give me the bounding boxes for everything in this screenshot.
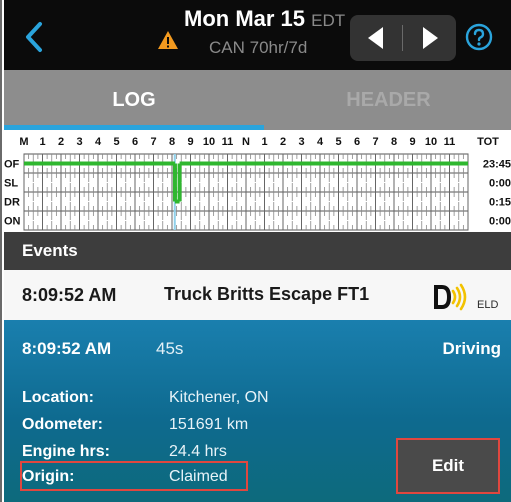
tab-header[interactable]: HEADER bbox=[264, 70, 511, 130]
hour-label: 6 bbox=[132, 136, 138, 148]
hour-label: 1 bbox=[39, 136, 45, 148]
origin-label: Origin: bbox=[22, 468, 75, 485]
duty-status-grid[interactable]: M 1 2 3 4 5 6 7 8 9 10 11 N 1 2 3 4 5 6 7 8 9 10 11 TOT OF 23:45 SL… bbox=[4, 130, 511, 232]
eld-signal-icon bbox=[434, 283, 467, 311]
row-label-of: OF bbox=[4, 159, 20, 171]
date-text: Mon Mar 15 bbox=[184, 6, 306, 31]
edit-button[interactable]: Edit bbox=[396, 438, 500, 494]
warning-icon[interactable] bbox=[157, 30, 179, 50]
log-date: Mon Mar 15 EDT bbox=[184, 6, 345, 32]
location-value: Kitchener, ON bbox=[169, 389, 269, 406]
hour-label: 3 bbox=[298, 136, 304, 148]
help-icon[interactable] bbox=[465, 23, 493, 51]
event-row[interactable]: 8:09:52 AM Truck Britts Escape FT1 ELD bbox=[4, 270, 511, 321]
tab-log[interactable]: LOG bbox=[4, 70, 264, 130]
app-frame: Mon Mar 15 EDT CAN 70hr/7d LOG HEADER M1… bbox=[0, 0, 511, 502]
hour-label: 4 bbox=[95, 136, 102, 148]
row-label-on: ON bbox=[4, 216, 21, 228]
engine-hours-value: 24.4 hrs bbox=[169, 443, 227, 460]
hour-label: 8 bbox=[169, 136, 175, 148]
cycle-rule: CAN 70hr/7d bbox=[209, 38, 308, 57]
hour-label: 9 bbox=[187, 136, 193, 148]
row-total-dr: 0:15 bbox=[489, 197, 511, 209]
hour-label: 10 bbox=[425, 136, 437, 148]
selected-event-time: 8:09:52 AM bbox=[22, 339, 112, 358]
hour-label: 6 bbox=[354, 136, 360, 148]
hour-label: 2 bbox=[58, 136, 64, 148]
hour-label: 7 bbox=[150, 136, 156, 148]
hour-label: 7 bbox=[372, 136, 378, 148]
hour-label: 8 bbox=[391, 136, 397, 148]
hour-label: 2 bbox=[280, 136, 286, 148]
odometer-label: Odometer: bbox=[22, 416, 103, 433]
duty-grid-chart: M 1 2 3 4 5 6 7 8 9 10 11 N 1 2 3 4 5 6 7 8 9 10 11 TOTOF 23:45SL… bbox=[4, 136, 511, 231]
top-bar: Mon Mar 15 EDT CAN 70hr/7d bbox=[4, 0, 511, 70]
row-label-dr: DR bbox=[4, 197, 20, 209]
hour-label: M bbox=[19, 136, 28, 148]
hour-label: N bbox=[242, 136, 250, 148]
previous-day-icon[interactable] bbox=[350, 15, 403, 61]
hour-label: 5 bbox=[113, 136, 119, 148]
origin-value: Claimed bbox=[169, 468, 228, 485]
back-chevron-icon[interactable] bbox=[20, 20, 50, 54]
event-time: 8:09:52 AM bbox=[22, 285, 117, 305]
events-header: Events bbox=[4, 232, 511, 270]
row-total-of: 23:45 bbox=[483, 159, 511, 171]
row-total-sl: 0:00 bbox=[489, 178, 511, 190]
hour-label: 5 bbox=[335, 136, 341, 148]
selected-event-panel[interactable]: 8:09:52 AM 45s Driving Location: Kitchen… bbox=[4, 320, 511, 502]
hour-label: 10 bbox=[203, 136, 215, 148]
event-source: ELD bbox=[477, 299, 499, 311]
hour-label: 3 bbox=[76, 136, 82, 148]
engine-hours-label: Engine hrs: bbox=[22, 443, 111, 460]
row-total-on: 0:00 bbox=[489, 216, 511, 228]
hour-label: 9 bbox=[409, 136, 415, 148]
hour-label: 11 bbox=[222, 136, 234, 148]
hour-label: 1 bbox=[261, 136, 267, 148]
row-label-sl: SL bbox=[4, 178, 18, 190]
day-nav-group bbox=[350, 15, 456, 61]
hour-label: 4 bbox=[317, 136, 324, 148]
selected-event-duration: 45s bbox=[156, 339, 184, 358]
timezone-text: EDT bbox=[311, 11, 346, 30]
next-day-icon[interactable] bbox=[403, 15, 456, 61]
selected-event-status: Driving bbox=[442, 339, 501, 358]
location-label: Location: bbox=[22, 389, 94, 406]
odometer-value: 151691 km bbox=[169, 416, 249, 433]
hour-label: 11 bbox=[444, 136, 456, 148]
total-header-label: TOT bbox=[477, 136, 499, 148]
tab-bar: LOG HEADER bbox=[4, 70, 511, 130]
event-vehicle: Truck Britts Escape FT1 bbox=[164, 284, 370, 304]
events-title: Events bbox=[22, 241, 78, 260]
